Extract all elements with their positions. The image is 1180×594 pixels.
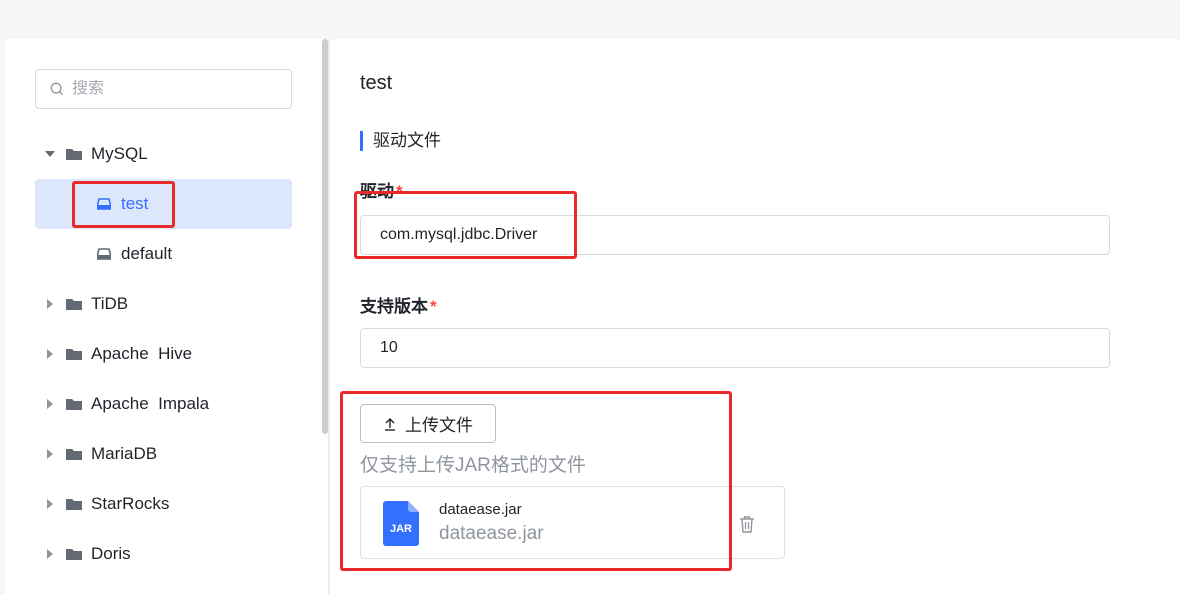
caret-right-icon[interactable]: [35, 549, 65, 559]
tree-item-label: default: [121, 244, 173, 263]
folder-icon: [65, 497, 83, 511]
required-mark: *: [430, 297, 437, 316]
tree-group-apache-hive[interactable]: Apache Hive: [35, 329, 292, 379]
folder-icon: [65, 347, 83, 361]
folder-icon: [65, 547, 83, 561]
folder-icon: [65, 147, 83, 161]
datasource-sidebar: MySQL test default TiDB Apache Hive Apac…: [5, 39, 329, 594]
search-input[interactable]: [72, 80, 272, 98]
annotation-box: [72, 181, 175, 228]
page-title: test: [360, 72, 393, 94]
caret-right-icon[interactable]: [35, 399, 65, 409]
tree-group-label: Apache Impala: [91, 394, 210, 413]
tree-group-mysql[interactable]: MySQL: [35, 129, 292, 179]
caret-right-icon[interactable]: [35, 449, 65, 459]
folder-icon: [65, 447, 83, 461]
search-icon: [50, 82, 64, 96]
tree-group-mariadb[interactable]: MariaDB: [35, 429, 292, 479]
tree-item-default[interactable]: default: [35, 229, 292, 279]
version-label: 支持版本 *: [360, 297, 437, 316]
datasource-icon: [97, 248, 111, 260]
version-input[interactable]: 10: [360, 328, 1110, 368]
caret-down-icon[interactable]: [35, 151, 65, 157]
tree-group-label: Doris: [91, 544, 131, 563]
folder-icon: [65, 397, 83, 411]
tree-group-doris[interactable]: Doris: [35, 529, 292, 579]
annotation-box: [354, 191, 577, 259]
caret-right-icon[interactable]: [35, 349, 65, 359]
trash-icon[interactable]: [739, 515, 755, 533]
caret-right-icon[interactable]: [35, 499, 65, 509]
tree-group-starrocks[interactable]: StarRocks: [35, 479, 292, 529]
tree-group-tidb[interactable]: TiDB: [35, 279, 292, 329]
tree-group-label: MySQL: [91, 144, 148, 163]
section-title: 驱动文件: [360, 131, 441, 151]
folder-icon: [65, 297, 83, 311]
caret-right-icon[interactable]: [35, 299, 65, 309]
annotation-box: [340, 391, 732, 571]
tree-group-apache-impala[interactable]: Apache Impala: [35, 379, 292, 429]
search-box[interactable]: [35, 69, 292, 109]
sidebar-scrollbar[interactable]: [322, 39, 328, 434]
tree-group-label: StarRocks: [91, 494, 170, 513]
tree-group-label: TiDB: [91, 294, 129, 313]
tree-group-label: MariaDB: [91, 444, 158, 463]
tree-group-label: Apache Hive: [91, 344, 193, 363]
